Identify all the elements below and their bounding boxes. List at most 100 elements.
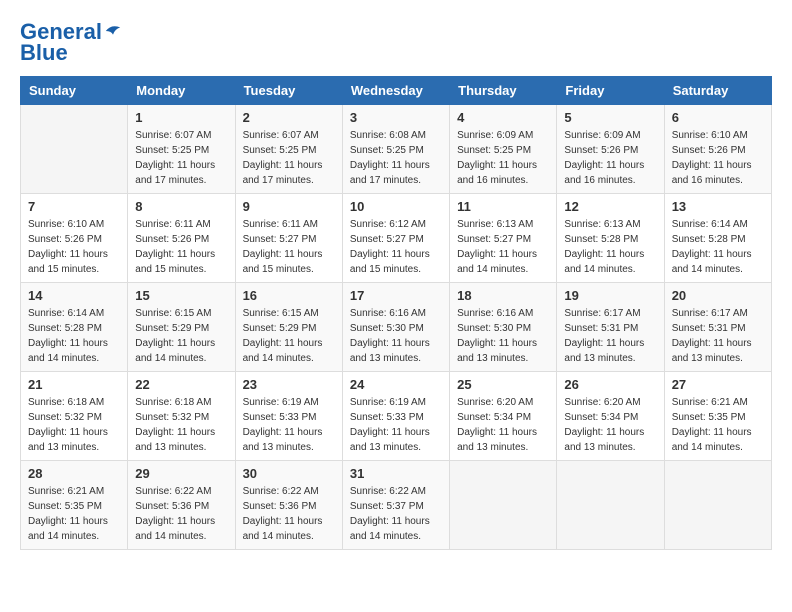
logo-bird-icon [104,22,122,40]
sunrise: Sunrise: 6:20 AM [564,397,640,408]
daylight: Daylight: 11 hours and 16 minutes. [672,160,752,186]
day-number: 16 [243,288,335,303]
sunrise: Sunrise: 6:18 AM [135,397,211,408]
calendar-week-3: 14 Sunrise: 6:14 AM Sunset: 5:28 PM Dayl… [21,283,772,372]
calendar-cell: 23 Sunrise: 6:19 AM Sunset: 5:33 PM Dayl… [235,372,342,461]
day-info: Sunrise: 6:14 AM Sunset: 5:28 PM Dayligh… [28,306,120,366]
sunrise: Sunrise: 6:08 AM [350,130,426,141]
sunset: Sunset: 5:36 PM [135,501,209,512]
day-info: Sunrise: 6:15 AM Sunset: 5:29 PM Dayligh… [135,306,227,366]
calendar-cell: 3 Sunrise: 6:08 AM Sunset: 5:25 PM Dayli… [342,105,449,194]
day-number: 7 [28,199,120,214]
weekday-saturday: Saturday [664,77,771,105]
sunrise: Sunrise: 6:14 AM [672,219,748,230]
daylight: Daylight: 11 hours and 13 minutes. [350,338,430,364]
daylight: Daylight: 11 hours and 14 minutes. [672,427,752,453]
sunset: Sunset: 5:25 PM [457,145,531,156]
sunrise: Sunrise: 6:13 AM [564,219,640,230]
daylight: Daylight: 11 hours and 17 minutes. [135,160,215,186]
calendar-cell: 9 Sunrise: 6:11 AM Sunset: 5:27 PM Dayli… [235,194,342,283]
day-info: Sunrise: 6:10 AM Sunset: 5:26 PM Dayligh… [672,128,764,188]
sunrise: Sunrise: 6:10 AM [28,219,104,230]
sunrise: Sunrise: 6:20 AM [457,397,533,408]
daylight: Daylight: 11 hours and 14 minutes. [564,249,644,275]
daylight: Daylight: 11 hours and 13 minutes. [28,427,108,453]
sunset: Sunset: 5:37 PM [350,501,424,512]
daylight: Daylight: 11 hours and 16 minutes. [457,160,537,186]
calendar-cell [557,461,664,550]
calendar-cell: 24 Sunrise: 6:19 AM Sunset: 5:33 PM Dayl… [342,372,449,461]
day-info: Sunrise: 6:20 AM Sunset: 5:34 PM Dayligh… [564,395,656,455]
sunrise: Sunrise: 6:14 AM [28,308,104,319]
day-info: Sunrise: 6:15 AM Sunset: 5:29 PM Dayligh… [243,306,335,366]
calendar-cell: 18 Sunrise: 6:16 AM Sunset: 5:30 PM Dayl… [450,283,557,372]
day-number: 22 [135,377,227,392]
sunrise: Sunrise: 6:11 AM [243,219,318,230]
daylight: Daylight: 11 hours and 13 minutes. [457,427,537,453]
sunrise: Sunrise: 6:16 AM [457,308,533,319]
sunset: Sunset: 5:28 PM [28,323,102,334]
daylight: Daylight: 11 hours and 14 minutes. [243,516,323,542]
daylight: Daylight: 11 hours and 15 minutes. [28,249,108,275]
calendar-cell: 2 Sunrise: 6:07 AM Sunset: 5:25 PM Dayli… [235,105,342,194]
calendar-cell: 1 Sunrise: 6:07 AM Sunset: 5:25 PM Dayli… [128,105,235,194]
daylight: Daylight: 11 hours and 15 minutes. [350,249,430,275]
day-info: Sunrise: 6:09 AM Sunset: 5:25 PM Dayligh… [457,128,549,188]
daylight: Daylight: 11 hours and 13 minutes. [350,427,430,453]
sunrise: Sunrise: 6:12 AM [350,219,426,230]
calendar-cell: 7 Sunrise: 6:10 AM Sunset: 5:26 PM Dayli… [21,194,128,283]
day-info: Sunrise: 6:20 AM Sunset: 5:34 PM Dayligh… [457,395,549,455]
sunset: Sunset: 5:29 PM [135,323,209,334]
calendar-cell: 31 Sunrise: 6:22 AM Sunset: 5:37 PM Dayl… [342,461,449,550]
day-number: 11 [457,199,549,214]
sunset: Sunset: 5:32 PM [28,412,102,423]
daylight: Daylight: 11 hours and 14 minutes. [135,516,215,542]
calendar-cell: 30 Sunrise: 6:22 AM Sunset: 5:36 PM Dayl… [235,461,342,550]
calendar-week-2: 7 Sunrise: 6:10 AM Sunset: 5:26 PM Dayli… [21,194,772,283]
daylight: Daylight: 11 hours and 14 minutes. [243,338,323,364]
sunset: Sunset: 5:27 PM [243,234,317,245]
day-number: 12 [564,199,656,214]
calendar-cell: 17 Sunrise: 6:16 AM Sunset: 5:30 PM Dayl… [342,283,449,372]
day-number: 10 [350,199,442,214]
sunrise: Sunrise: 6:09 AM [564,130,640,141]
sunset: Sunset: 5:34 PM [564,412,638,423]
sunset: Sunset: 5:35 PM [672,412,746,423]
daylight: Daylight: 11 hours and 13 minutes. [564,427,644,453]
day-info: Sunrise: 6:07 AM Sunset: 5:25 PM Dayligh… [135,128,227,188]
weekday-tuesday: Tuesday [235,77,342,105]
calendar-cell: 10 Sunrise: 6:12 AM Sunset: 5:27 PM Dayl… [342,194,449,283]
day-number: 1 [135,110,227,125]
day-info: Sunrise: 6:21 AM Sunset: 5:35 PM Dayligh… [28,484,120,544]
day-info: Sunrise: 6:13 AM Sunset: 5:27 PM Dayligh… [457,217,549,277]
day-number: 13 [672,199,764,214]
sunrise: Sunrise: 6:17 AM [672,308,748,319]
day-info: Sunrise: 6:19 AM Sunset: 5:33 PM Dayligh… [350,395,442,455]
sunrise: Sunrise: 6:22 AM [350,486,426,497]
sunset: Sunset: 5:30 PM [457,323,531,334]
day-number: 31 [350,466,442,481]
day-info: Sunrise: 6:08 AM Sunset: 5:25 PM Dayligh… [350,128,442,188]
daylight: Daylight: 11 hours and 13 minutes. [135,427,215,453]
day-number: 19 [564,288,656,303]
day-number: 28 [28,466,120,481]
day-info: Sunrise: 6:14 AM Sunset: 5:28 PM Dayligh… [672,217,764,277]
sunset: Sunset: 5:26 PM [28,234,102,245]
sunset: Sunset: 5:25 PM [350,145,424,156]
sunset: Sunset: 5:28 PM [564,234,638,245]
weekday-friday: Friday [557,77,664,105]
daylight: Daylight: 11 hours and 14 minutes. [28,516,108,542]
daylight: Daylight: 11 hours and 13 minutes. [457,338,537,364]
day-number: 17 [350,288,442,303]
calendar-cell: 13 Sunrise: 6:14 AM Sunset: 5:28 PM Dayl… [664,194,771,283]
calendar-cell: 15 Sunrise: 6:15 AM Sunset: 5:29 PM Dayl… [128,283,235,372]
sunset: Sunset: 5:33 PM [243,412,317,423]
day-number: 8 [135,199,227,214]
calendar-cell: 27 Sunrise: 6:21 AM Sunset: 5:35 PM Dayl… [664,372,771,461]
day-number: 18 [457,288,549,303]
day-info: Sunrise: 6:13 AM Sunset: 5:28 PM Dayligh… [564,217,656,277]
calendar-cell: 8 Sunrise: 6:11 AM Sunset: 5:26 PM Dayli… [128,194,235,283]
day-number: 14 [28,288,120,303]
sunset: Sunset: 5:31 PM [672,323,746,334]
calendar-cell: 11 Sunrise: 6:13 AM Sunset: 5:27 PM Dayl… [450,194,557,283]
